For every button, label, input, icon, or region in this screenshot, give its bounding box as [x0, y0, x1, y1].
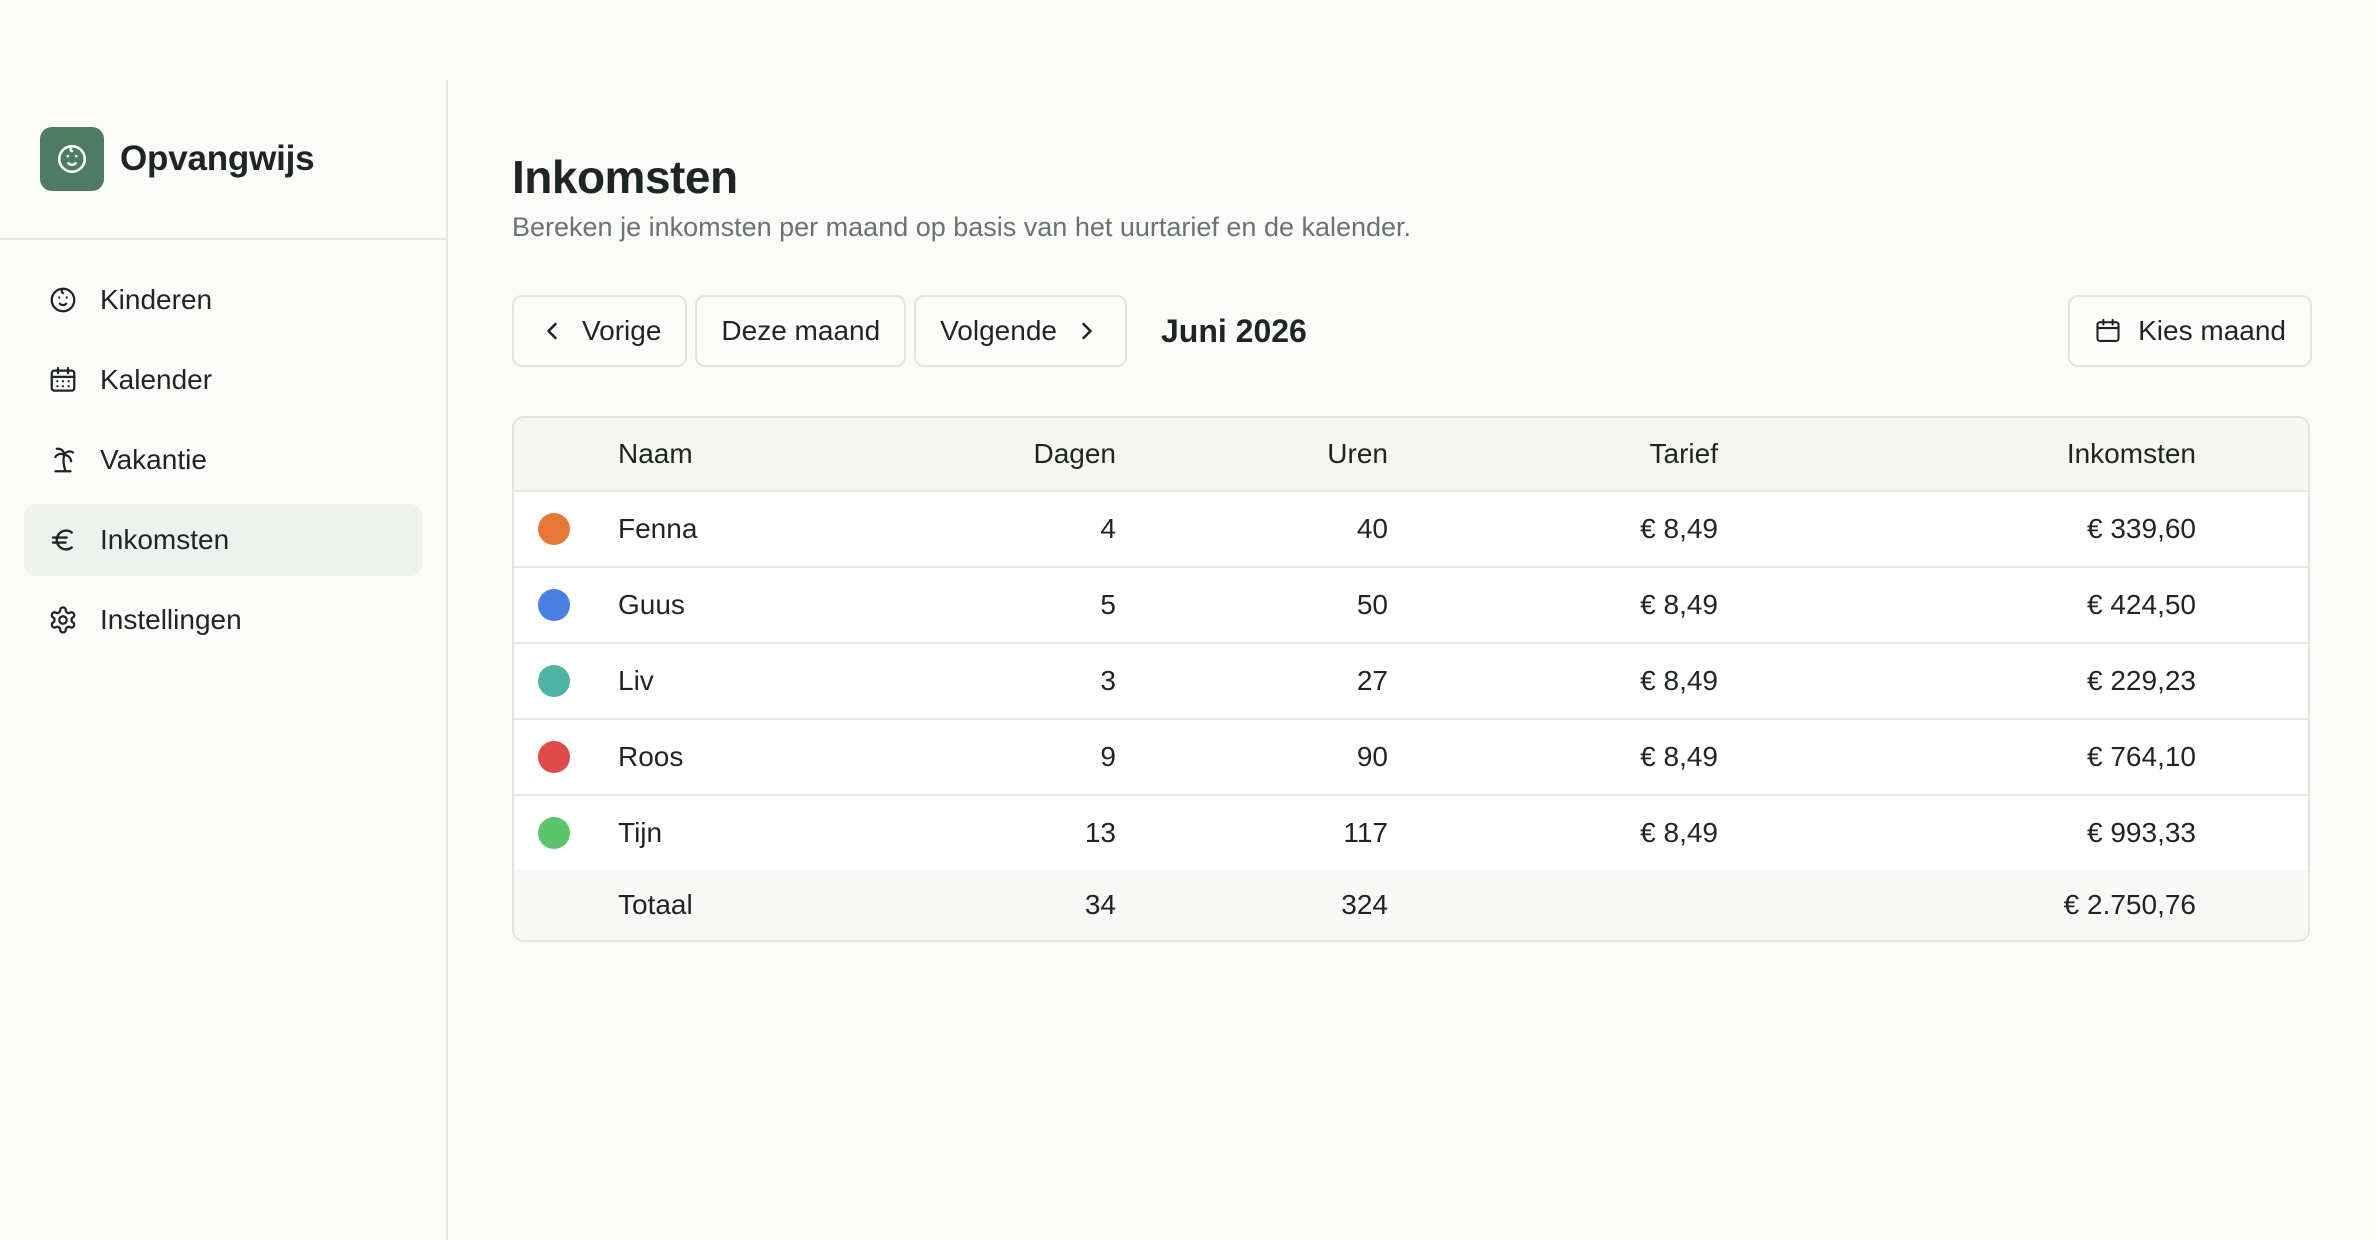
cell-rate: € 8,49	[1640, 589, 1718, 620]
cell-income: € 229,23	[2087, 665, 2196, 696]
cell-income: € 339,60	[2087, 513, 2196, 544]
color-cell	[514, 817, 618, 849]
table-row: Tijn 13 117 € 8,49 € 993,33	[514, 794, 2308, 870]
pick-month-label: Kies maand	[2138, 315, 2286, 346]
cell-hours: 117	[1343, 817, 1388, 848]
color-cell	[514, 741, 618, 773]
sidebar-item-instellingen[interactable]: Instellingen	[24, 584, 422, 656]
calendar-icon	[2096, 318, 2120, 342]
column-header-name: Naam	[618, 438, 693, 469]
sidebar-item-label: Kinderen	[100, 284, 213, 315]
table-row: Fenna 4 40 € 8,49 € 339,60	[514, 490, 2308, 566]
next-month-button[interactable]: Volgende	[914, 295, 1127, 367]
cell-income: € 764,10	[2087, 741, 2196, 772]
cell-days: 13	[1084, 817, 1116, 848]
gear-icon	[50, 606, 76, 634]
sidebar-item-inkomsten[interactable]: Inkomsten	[24, 504, 422, 576]
color-cell	[514, 589, 618, 621]
previous-month-label: Vorige	[582, 315, 662, 346]
cell-rate: € 8,49	[1640, 817, 1718, 848]
cell-hours: 50	[1356, 589, 1388, 620]
color-cell	[514, 665, 618, 697]
total-days: 34	[1084, 889, 1116, 920]
cell-name: Fenna	[618, 513, 698, 544]
cell-days: 5	[1100, 589, 1116, 620]
table-total-row: Totaal 34 324 € 2.750,76	[514, 870, 2308, 940]
child-color-dot	[538, 817, 570, 849]
total-hours: 324	[1341, 889, 1388, 920]
cell-hours: 40	[1356, 513, 1388, 544]
table-row: Guus 5 50 € 8,49 € 424,50	[514, 566, 2308, 642]
main-content: Inkomsten Bereken je inkomsten per maand…	[448, 80, 2376, 1240]
sidebar-item-kalender[interactable]: Kalender	[24, 344, 422, 416]
cell-rate: € 8,49	[1640, 665, 1718, 696]
cell-rate: € 8,49	[1640, 513, 1718, 544]
euro-icon	[51, 529, 73, 551]
column-header-income: Inkomsten	[2066, 438, 2196, 469]
table-header-row: Naam Dagen Uren Tarief Inkomsten	[514, 418, 2308, 490]
chevron-right-icon	[1082, 322, 1092, 340]
sidebar-item-label: Vakantie	[100, 444, 207, 475]
column-header-hours: Uren	[1327, 438, 1388, 469]
column-header-rate: Tarief	[1649, 438, 1718, 469]
next-month-label: Volgende	[940, 315, 1057, 346]
current-month-button[interactable]: Deze maand	[695, 295, 907, 367]
sidebar-item-label: Kalender	[100, 364, 213, 395]
cell-name: Liv	[618, 665, 654, 696]
cell-income: € 424,50	[2087, 589, 2196, 620]
page-subtitle: Bereken je inkomsten per maand op basis …	[512, 212, 1412, 242]
table-row: Liv 3 27 € 8,49 € 229,23	[514, 642, 2308, 718]
selected-month: Juni 2026	[1160, 312, 1307, 349]
child-color-dot	[538, 665, 570, 697]
table-row: Roos 9 90 € 8,49 € 764,10	[514, 718, 2308, 794]
sidebar-item-label: Instellingen	[100, 604, 242, 635]
app-window: Opvangwijs Kinderen Kalender Vakantie In…	[0, 80, 2376, 1240]
cell-days: 9	[1100, 741, 1116, 772]
sidebar-item-kinderen[interactable]: Kinderen	[24, 264, 422, 336]
cell-name: Guus	[618, 589, 685, 620]
cell-rate: € 8,49	[1640, 741, 1718, 772]
income-table: Naam Dagen Uren Tarief Inkomsten Fenna 4…	[512, 416, 2310, 942]
cell-hours: 27	[1356, 665, 1388, 696]
baby-face-logo-icon	[40, 127, 104, 191]
column-header-days: Dagen	[1033, 438, 1116, 469]
previous-month-button[interactable]: Vorige	[512, 295, 688, 367]
calendar-icon	[50, 367, 76, 392]
sidebar-item-label: Inkomsten	[100, 524, 230, 555]
child-color-dot	[538, 513, 570, 545]
pick-month-button[interactable]: Kies maand	[2068, 295, 2312, 367]
cell-days: 3	[1100, 665, 1116, 696]
cell-days: 4	[1100, 513, 1116, 544]
sidebar-item-vakantie[interactable]: Vakantie	[24, 424, 422, 496]
palm-tree-icon	[54, 447, 75, 473]
child-color-dot	[538, 741, 570, 773]
cell-hours: 90	[1356, 741, 1388, 772]
app-name: Opvangwijs	[120, 139, 315, 178]
total-label: Totaal	[618, 889, 693, 920]
month-toolbar: Vorige Deze maand Volgende Juni 2026 Kie…	[512, 295, 2312, 367]
cell-income: € 993,33	[2087, 817, 2196, 848]
current-month-label: Deze maand	[721, 315, 881, 346]
sidebar-nav: Kinderen Kalender Vakantie Inkomsten Ins…	[0, 240, 446, 688]
cell-name: Tijn	[618, 817, 663, 848]
cell-name: Roos	[618, 741, 684, 772]
brand[interactable]: Opvangwijs	[0, 80, 446, 240]
total-income: € 2.750,76	[2063, 889, 2196, 920]
page-title: Inkomsten	[512, 151, 738, 203]
sidebar: Opvangwijs Kinderen Kalender Vakantie In…	[0, 80, 448, 1240]
baby-icon	[50, 287, 76, 313]
chevron-left-icon	[547, 322, 557, 340]
child-color-dot	[538, 589, 570, 621]
color-cell	[514, 513, 618, 545]
